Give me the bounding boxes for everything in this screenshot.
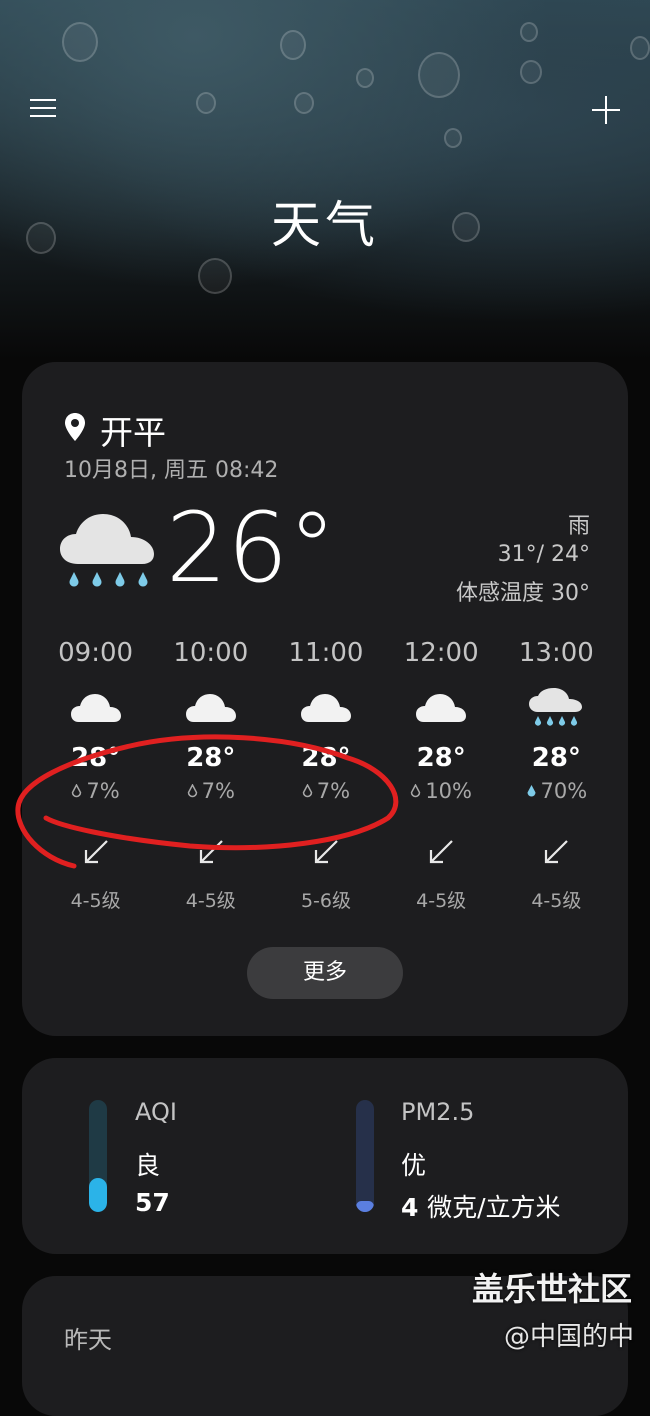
cloud-icon <box>300 694 351 722</box>
raindrop <box>294 92 314 114</box>
menu-icon-line <box>30 99 56 101</box>
more-button[interactable]: 更多 <box>247 947 403 999</box>
raindrop <box>630 36 650 60</box>
raindrop <box>444 128 462 148</box>
high-low-temperature: 31°/ 24° <box>497 542 590 567</box>
water-drop-icon <box>411 783 421 798</box>
hour-temperature: 28° <box>531 743 581 773</box>
hourly-item: 10:00 28° 7% 4-5级 <box>153 634 268 913</box>
hourly-item: 09:00 28° 7% 4-5级 <box>38 634 153 913</box>
pm25-unit: 微克/立方米 <box>427 1193 561 1222</box>
raindrop <box>520 60 542 84</box>
raindrop <box>62 22 98 62</box>
current-weather-card[interactable]: 开平 10月8日, 周五 08:42 26° 雨 31°/ 24° 体感温度 3… <box>22 362 628 1036</box>
water-drop-icon <box>187 783 197 798</box>
precip-chance: 70% <box>540 779 588 803</box>
hourly-item: 11:00 28° 7% 5-6级 <box>268 634 383 913</box>
current-temperature: 26° <box>166 492 337 604</box>
wind-level: 4-5级 <box>185 890 236 912</box>
raindrop <box>196 92 216 114</box>
watermark-author: @中国的中 <box>503 1322 634 1352</box>
hour-temperature: 28° <box>416 743 466 773</box>
precip-chance: 7% <box>316 779 351 803</box>
location-name: 开平 <box>100 413 166 452</box>
app-title: 天气 <box>271 196 379 254</box>
rain-cloud-icon <box>60 514 154 587</box>
hour-time: 10:00 <box>173 638 249 668</box>
wind-direction-icon <box>199 840 223 864</box>
raindrop <box>418 52 460 98</box>
location-pin-icon <box>65 413 85 441</box>
hourly-forecast[interactable]: 09:00 28° 7% 4-5级 10:00 28° 7% 4-5级 11:0… <box>38 634 614 913</box>
aqi-level: 良 <box>135 1151 161 1180</box>
hour-time: 09:00 <box>58 638 134 668</box>
water-drop-icon <box>72 783 82 798</box>
water-drop-icon <box>302 783 313 798</box>
wind-level: 5-6级 <box>300 890 351 912</box>
menu-icon-line <box>30 107 56 109</box>
wind-level: 4-5级 <box>70 890 121 912</box>
hourly-item: 13:00 28° 70% 4-5级 <box>499 634 614 913</box>
cloud-icon <box>416 694 467 722</box>
wind-direction-icon <box>545 840 569 864</box>
hour-time: 11:00 <box>288 638 364 668</box>
raindrop <box>520 22 538 42</box>
hour-time: 13:00 <box>518 638 594 668</box>
hour-temperature: 28° <box>301 743 351 773</box>
rain-cloud-icon <box>529 688 583 726</box>
aqi-level-bar <box>89 1100 107 1212</box>
cloud-icon <box>70 694 121 722</box>
wind-level: 4-5级 <box>416 890 467 912</box>
hour-time: 12:00 <box>403 638 479 668</box>
watermark-title: 盖乐世社区 <box>471 1270 632 1308</box>
pm25-level-fill <box>356 1200 374 1212</box>
wind-direction-icon <box>314 840 338 864</box>
raindrop <box>198 258 232 294</box>
menu-button[interactable] <box>30 95 60 123</box>
pm25-value-row: 4 微克/立方米 <box>401 1188 561 1224</box>
aqi-level-fill <box>89 1178 107 1212</box>
aqi-value: 57 <box>135 1188 170 1217</box>
wind-direction-icon <box>84 840 108 864</box>
air-quality-card[interactable]: AQI 良 57 PM2.5 优 4 微克/立方米 <box>22 1058 628 1254</box>
feels-like-temperature: 体感温度 30° <box>456 581 590 606</box>
menu-icon-line <box>30 115 56 117</box>
cloud-icon <box>185 694 236 722</box>
add-location-button[interactable] <box>588 92 624 128</box>
pm25-label: PM2.5 <box>401 1098 475 1126</box>
yesterday-title: 昨天 <box>64 1326 112 1354</box>
hourly-item: 12:00 28° 10% 4-5级 <box>384 634 499 913</box>
precip-chance: 7% <box>201 779 235 803</box>
pm25-level-bar <box>356 1100 374 1212</box>
date-time: 10月8日, 周五 08:42 <box>64 458 279 483</box>
weather-condition: 雨 <box>567 514 590 539</box>
hour-temperature: 28° <box>71 743 121 773</box>
raindrop <box>280 30 306 60</box>
pm25-value: 4 <box>401 1193 419 1222</box>
hour-temperature: 28° <box>186 743 236 773</box>
pm25-level: 优 <box>401 1151 427 1180</box>
header-background <box>0 0 650 360</box>
aqi-label: AQI <box>135 1098 177 1126</box>
water-drop-icon <box>527 785 535 797</box>
raindrop <box>356 68 374 88</box>
wind-direction-icon <box>430 840 453 864</box>
precip-chance: 7% <box>86 779 120 803</box>
wind-level: 4-5级 <box>531 890 582 912</box>
precip-chance: 10% <box>425 779 472 803</box>
